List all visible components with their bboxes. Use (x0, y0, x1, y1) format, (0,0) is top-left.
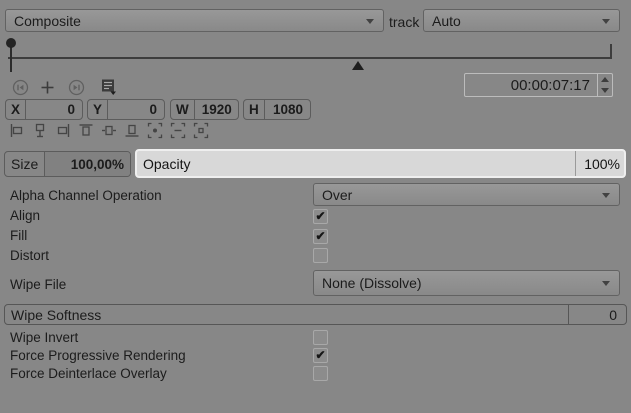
fit-zoom-button[interactable] (147, 122, 163, 139)
spin-down-button[interactable] (598, 85, 612, 96)
force-progressive-rendering-checkbox[interactable]: ✔ (313, 348, 328, 363)
center-horizontal-icon (32, 122, 48, 139)
alpha-channel-operation-select[interactable]: Over (313, 183, 620, 206)
previous-keyframe-button[interactable] (12, 79, 29, 96)
timecode-value: 00:00:07:17 (465, 74, 597, 96)
chevron-down-icon (602, 193, 610, 198)
chevron-down-icon (602, 281, 610, 286)
original-size-icon (170, 122, 186, 139)
add-keyframe-button[interactable] (39, 79, 56, 96)
y-value[interactable]: 0 (108, 100, 164, 119)
alpha-channel-operation-value: Over (322, 187, 352, 203)
transition-type-select[interactable]: Composite (5, 9, 384, 32)
triangle-down-icon (601, 88, 609, 93)
chevron-down-icon (602, 19, 610, 24)
wipe-file-select[interactable]: None (Dissolve) (313, 270, 620, 296)
force-deinterlace-overlay-checkbox[interactable] (313, 366, 328, 381)
w-label: W (171, 100, 195, 119)
timecode-spin-buttons (597, 74, 612, 96)
align-label: Align (10, 208, 40, 223)
size-slider[interactable]: Size 100,00% (4, 151, 131, 177)
wipe-invert-label: Wipe Invert (10, 330, 78, 345)
keyframe-dot[interactable] (6, 38, 16, 48)
align-left-icon (9, 122, 25, 139)
h-label: H (244, 100, 265, 119)
distort-label: Distort (10, 248, 49, 263)
playhead-triangle[interactable] (352, 61, 364, 70)
center-vertical-icon (101, 122, 117, 139)
align-right-icon (55, 122, 71, 139)
keyframe-timecode-spinbox[interactable]: 00:00:07:17 (464, 73, 613, 97)
align-right-button[interactable] (55, 122, 71, 139)
fill-checkbox[interactable]: ✔ (313, 229, 328, 244)
spin-up-button[interactable] (598, 74, 612, 85)
fill-label: Fill (10, 228, 27, 243)
adjust-to-fit-icon (193, 122, 209, 139)
align-left-button[interactable] (9, 122, 25, 139)
size-value[interactable]: 100,00% (45, 152, 130, 176)
next-keyframe-icon (68, 79, 85, 96)
y-label: Y (88, 100, 108, 119)
force-deinterlace-overlay-label: Force Deinterlace Overlay (10, 366, 167, 381)
transition-properties-panel: Composite track Auto (0, 0, 631, 413)
keyframe-options-menu-button[interactable] (99, 77, 119, 97)
force-progressive-rendering-label: Force Progressive Rendering (10, 348, 186, 363)
geometry-w-field[interactable]: W 1920 (170, 99, 239, 120)
transition-type-value: Composite (14, 13, 81, 29)
previous-keyframe-icon (12, 79, 29, 96)
next-keyframe-button[interactable] (68, 79, 85, 96)
alignment-toolbar (9, 122, 209, 139)
original-size-button[interactable] (170, 122, 186, 139)
track-select-value: Auto (432, 13, 461, 29)
center-horizontal-button[interactable] (32, 122, 48, 139)
adjust-to-fit-button[interactable] (193, 122, 209, 139)
align-top-icon (78, 122, 94, 139)
align-top-button[interactable] (78, 122, 94, 139)
opacity-value[interactable]: 100% (575, 151, 624, 176)
plus-icon (39, 79, 56, 96)
geometry-h-field[interactable]: H 1080 (243, 99, 311, 120)
align-bottom-icon (124, 122, 140, 139)
opacity-slider[interactable]: Opacity 100% (135, 149, 626, 178)
x-value[interactable]: 0 (26, 100, 82, 119)
h-value[interactable]: 1080 (265, 100, 310, 119)
wipe-file-value: None (Dissolve) (322, 275, 422, 291)
wipe-softness-slider[interactable]: Wipe Softness 0 (4, 304, 627, 325)
alpha-channel-operation-label: Alpha Channel Operation (10, 188, 162, 203)
track-label: track (389, 14, 419, 30)
chevron-down-icon (366, 19, 374, 24)
wipe-softness-value[interactable]: 0 (568, 305, 626, 324)
opacity-label: Opacity (137, 151, 575, 176)
size-label: Size (5, 152, 45, 176)
distort-checkbox[interactable] (313, 248, 328, 263)
wipe-file-label: Wipe File (10, 277, 66, 292)
align-bottom-button[interactable] (124, 122, 140, 139)
keyframe-menu-icon (99, 77, 119, 97)
keyframe-ruler[interactable] (0, 36, 631, 76)
geometry-y-field[interactable]: Y 0 (87, 99, 165, 120)
wipe-invert-checkbox[interactable] (313, 330, 328, 345)
fit-zoom-icon (147, 122, 163, 139)
track-select[interactable]: Auto (423, 9, 620, 32)
triangle-up-icon (601, 77, 609, 82)
geometry-x-field[interactable]: X 0 (5, 99, 83, 120)
center-vertical-button[interactable] (101, 122, 117, 139)
x-label: X (6, 100, 26, 119)
wipe-softness-label: Wipe Softness (5, 305, 568, 324)
w-value[interactable]: 1920 (195, 100, 239, 119)
align-checkbox[interactable]: ✔ (313, 209, 328, 224)
